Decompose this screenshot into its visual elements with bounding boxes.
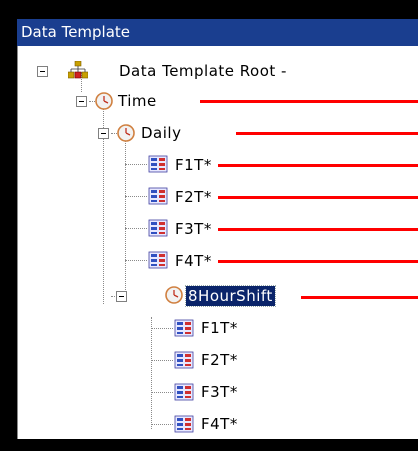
tree-leaf-daily-f3t[interactable]: F3T* (175, 219, 212, 239)
tree-root-label[interactable]: Data Template Root - (119, 61, 287, 81)
clock-icon (95, 92, 113, 110)
clock-icon (165, 286, 183, 304)
tree-connector (125, 164, 147, 165)
annotation-arrow-f1t (218, 164, 418, 167)
tag-item-icon (148, 187, 168, 205)
tree-leaf-daily-f1t[interactable]: F1T* (175, 155, 212, 175)
tree-node-daily[interactable]: Daily (141, 123, 181, 143)
tag-item-icon (174, 383, 194, 401)
tree-connector (151, 392, 173, 393)
collapse-root-toggle[interactable] (37, 66, 48, 77)
tree-connector (125, 228, 147, 229)
tree-node-8hourshift[interactable]: 8HourShift (185, 285, 276, 307)
data-template-root-icon (68, 61, 88, 79)
tree-connector (125, 196, 147, 197)
tree-node-time[interactable]: Time (118, 91, 157, 111)
annotation-arrow-daily (236, 132, 418, 135)
tag-item-icon (148, 219, 168, 237)
tag-item-icon (174, 319, 194, 337)
data-template-panel: Data Template Data Template Root - Time … (17, 19, 418, 439)
collapse-time-toggle[interactable] (76, 96, 87, 107)
tree-connector (151, 360, 173, 361)
template-tree: Data Template Root - Time Daily F1T* F2T… (17, 46, 418, 439)
annotation-arrow-8hourshift (301, 296, 418, 299)
tree-leaf-shift-f3t[interactable]: F3T* (201, 382, 238, 402)
annotation-arrow-f4t (218, 260, 418, 263)
clock-icon (117, 124, 135, 142)
tree-leaf-daily-f2t[interactable]: F2T* (175, 187, 212, 207)
tree-connector (125, 260, 147, 261)
annotation-arrow-f3t (218, 228, 418, 231)
tree-leaf-shift-f2t[interactable]: F2T* (201, 350, 238, 370)
annotation-arrow-f2t (218, 196, 418, 199)
collapse-8hourshift-toggle[interactable] (116, 291, 127, 302)
tree-leaf-daily-f4t[interactable]: F4T* (175, 251, 212, 271)
annotation-arrow-time (200, 100, 418, 103)
tag-item-icon (174, 415, 194, 433)
tag-item-icon (148, 155, 168, 173)
tree-connector (151, 317, 152, 429)
tree-leaf-shift-f1t[interactable]: F1T* (201, 318, 238, 338)
tree-connector (151, 328, 173, 329)
tag-item-icon (148, 251, 168, 269)
tree-connector (151, 424, 173, 425)
collapse-daily-toggle[interactable] (98, 128, 109, 139)
tree-connector (125, 130, 126, 298)
tag-item-icon (174, 351, 194, 369)
panel-title: Data Template (17, 19, 418, 46)
tree-leaf-shift-f4t[interactable]: F4T* (201, 414, 238, 434)
